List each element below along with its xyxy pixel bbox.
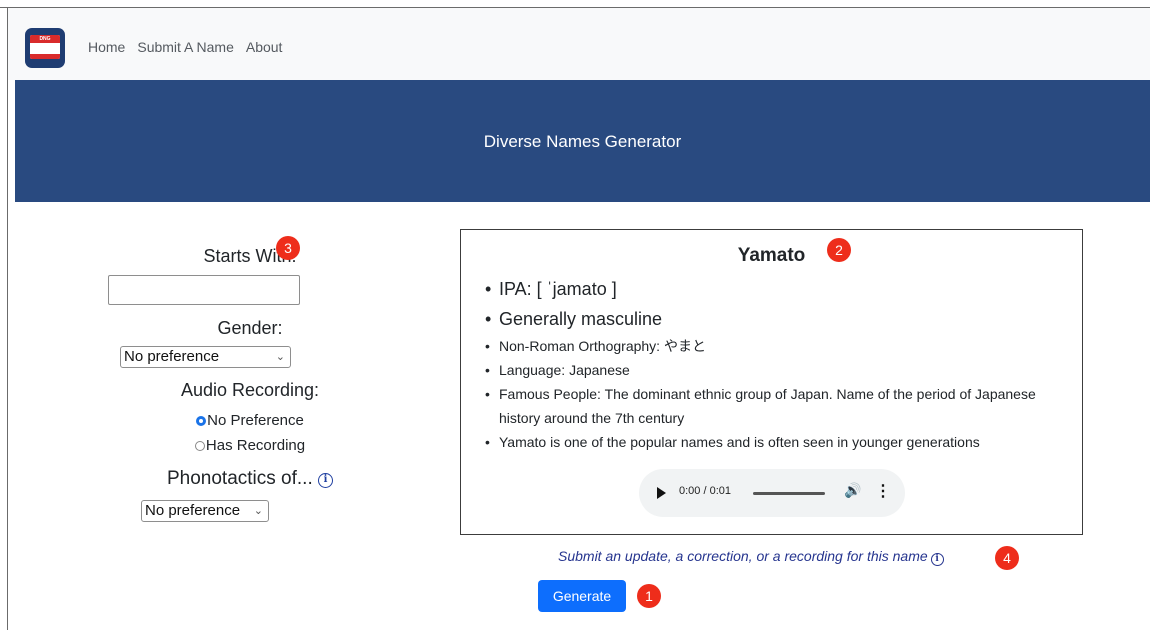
gender-select[interactable]: No preference ⌄: [120, 346, 291, 368]
frame-border-left: [7, 7, 8, 630]
orthography-item: Non-Roman Orthography: やまと: [485, 334, 1075, 358]
play-icon[interactable]: [657, 487, 666, 499]
submit-update-link-text[interactable]: Submit an update, a correction, or a rec…: [558, 548, 928, 564]
volume-icon[interactable]: 🔊: [844, 482, 861, 499]
info-icon[interactable]: i: [930, 553, 944, 566]
submit-update-link[interactable]: Submit an update, a correction, or a rec…: [558, 548, 944, 566]
radio-unselected-icon[interactable]: [194, 441, 205, 451]
language-item: Language: Japanese: [485, 358, 1075, 382]
navbar: DNG Home Submit A Name About: [8, 8, 1150, 80]
gender-item: Generally masculine: [485, 304, 1075, 334]
result-name: Yamato: [737, 245, 806, 266]
name-details-list: IPA: [ ˈjamato ] Generally masculine Non…: [485, 274, 1075, 454]
info-icon[interactable]: i: [318, 473, 334, 488]
radio-selected-icon[interactable]: [196, 416, 207, 426]
radio-no-preference[interactable]: No Preference: [100, 412, 400, 429]
annotation-badge-1: 1: [637, 584, 661, 608]
nav-link-about[interactable]: About: [246, 39, 283, 55]
chevron-down-icon: ⌄: [253, 505, 263, 517]
radio-has-recording-label: Has Recording: [205, 437, 306, 454]
annotation-badge-4: 4: [995, 546, 1019, 570]
annotation-badge-3: 3: [276, 236, 300, 260]
popularity-note-item: Yamato is one of the popular names and i…: [485, 430, 1075, 454]
chevron-down-icon: ⌄: [275, 351, 285, 363]
gender-select-value: No preference: [124, 348, 220, 365]
gender-label: Gender:: [217, 318, 283, 338]
famous-people-item: Famous People: The dominant ethnic group…: [485, 382, 1075, 430]
audio-recording-label: Audio Recording:: [180, 380, 320, 400]
starts-with-input[interactable]: [108, 275, 300, 305]
generate-button[interactable]: Generate: [538, 580, 626, 612]
app-logo[interactable]: DNG: [25, 28, 65, 68]
nav-link-submit-a-name[interactable]: Submit A Name: [137, 39, 234, 55]
annotation-badge-2: 2: [827, 238, 851, 262]
phonotactics-label-row: Phonotactics of... i: [100, 468, 400, 490]
radio-has-recording[interactable]: Has Recording: [100, 437, 400, 454]
audio-player[interactable]: 0:00 / 0:01 🔊 ⋮: [639, 469, 905, 517]
nav-links: Home Submit A Name About: [88, 39, 282, 55]
radio-no-preference-label: No Preference: [207, 412, 304, 429]
audio-time: 0:00 / 0:01: [679, 485, 731, 497]
ipa-item: IPA: [ ˈjamato ]: [485, 274, 1075, 304]
phonotactics-select-value: No preference: [145, 502, 241, 519]
nav-link-home[interactable]: Home: [88, 39, 125, 55]
page-title: Diverse Names Generator: [483, 132, 682, 151]
more-options-icon[interactable]: ⋮: [875, 483, 891, 501]
starts-with-label: Starts With:: [203, 246, 297, 266]
hero-banner: Diverse Names Generator: [15, 80, 1150, 202]
name-result-card: Yamato 2 IPA: [ ˈjamato ] Generally masc…: [460, 229, 1083, 535]
logo-text: DNG: [39, 36, 51, 42]
phonotactics-select[interactable]: No preference ⌄: [141, 500, 269, 522]
audio-progress-track[interactable]: [753, 492, 825, 495]
phonotactics-label: Phonotactics of...: [166, 468, 313, 489]
